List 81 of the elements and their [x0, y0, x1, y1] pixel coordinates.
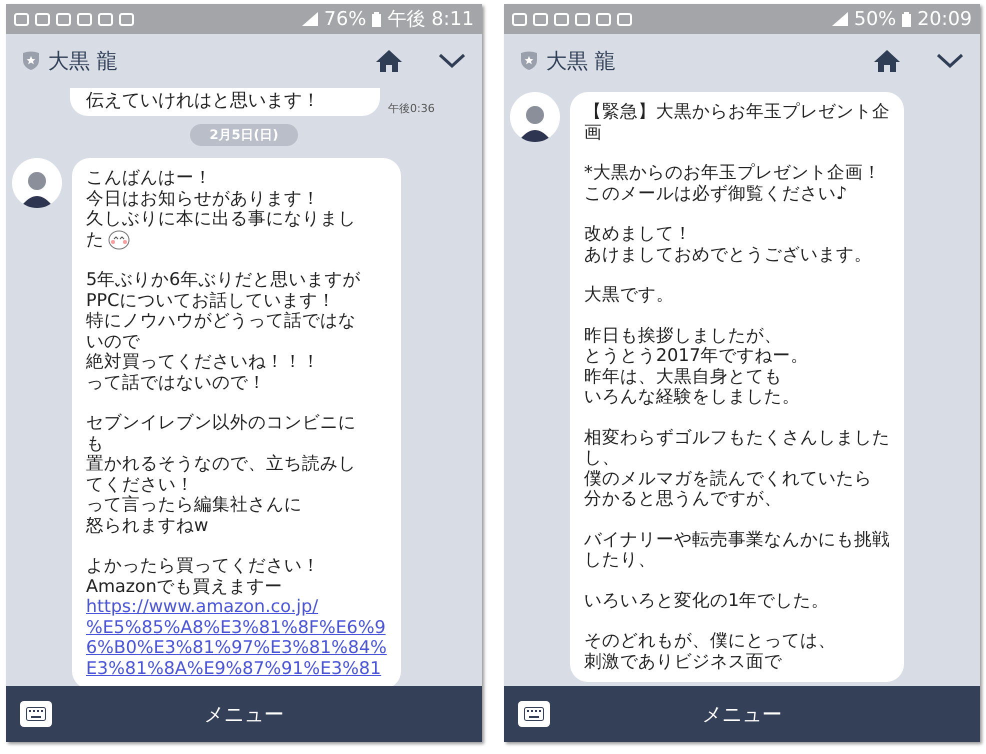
notification-icon: [98, 12, 113, 26]
avatar[interactable]: [510, 92, 560, 142]
message-text: 怒られますねw: [86, 516, 210, 536]
notification-icon: [554, 12, 569, 26]
menu-label[interactable]: メニュー: [52, 700, 436, 728]
notification-icon: [119, 12, 134, 26]
message-text: 分かると思うんですが、: [584, 489, 783, 510]
keyboard-button[interactable]: [20, 701, 52, 727]
message-text: 特にノウハウがどうって話ではな: [86, 311, 357, 332]
message-text: セブンイレブン以外のコンビニに: [86, 413, 357, 434]
message-text: このメールは必ず御覧ください♪: [584, 184, 848, 204]
link[interactable]: %E5%85%A8%E3%81%8F%E6%9: [86, 618, 386, 638]
message-text: 【緊急】大黒からお年玉プレゼント企: [584, 102, 890, 122]
home-icon[interactable]: [874, 50, 900, 72]
battery-percent: 76%: [324, 8, 366, 30]
message-text: バイナリーや転売事業なんかにも挑戦: [584, 530, 890, 550]
message-text: いので: [86, 332, 141, 352]
notification-icon: [533, 12, 548, 26]
message-bubble: 伝えていけれはと思います！: [70, 88, 380, 116]
clock: 午後 8:11: [387, 7, 474, 32]
message-text: したり、: [584, 550, 657, 570]
home-icon[interactable]: [376, 50, 402, 72]
chat-title: 大黒 龍: [48, 48, 118, 75]
notification-icon: [512, 12, 527, 26]
message-text: 画: [584, 122, 603, 143]
message-text: し、: [584, 448, 621, 468]
message-text: 刺激でありビジネス面で: [584, 652, 783, 672]
message-text: 改めまして！: [584, 224, 693, 244]
message-text: 大黒です。: [584, 285, 675, 306]
message-text: 昨年は、大黒自身とても: [584, 366, 783, 387]
notification-icon: [14, 12, 29, 26]
message-text: 相変わらずゴルフもたくさんしました: [584, 428, 890, 448]
battery-percent: 50%: [854, 8, 896, 30]
shield-icon: [22, 51, 40, 71]
message-text: 昨日も挨拶しましたが、: [584, 326, 783, 346]
message-text: てください！: [86, 474, 195, 495]
keyboard-icon: [524, 707, 544, 721]
message-text: た: [86, 230, 387, 250]
message-text: そのどれもが、僕にとっては、: [584, 631, 837, 652]
message-text: PPCについてお話しています！: [86, 290, 336, 311]
notification-icon: [617, 12, 632, 26]
message-text: こんばんはー！: [86, 168, 213, 188]
battery-icon: [372, 12, 382, 26]
date-chip: 2月5日(日): [190, 124, 298, 146]
notification-icon: [575, 12, 590, 26]
shield-icon: [520, 51, 538, 71]
battery-icon: [902, 12, 912, 26]
message-text: 今日はお知らせがあります！: [86, 188, 321, 209]
chat-title: 大黒 龍: [546, 48, 616, 75]
signal-icon: [832, 12, 848, 26]
signal-icon: [302, 12, 318, 26]
message-time: 午後0:36: [388, 101, 435, 116]
avatar[interactable]: [12, 158, 62, 208]
link[interactable]: E3%81%8A%E9%87%91%E3%81: [86, 658, 382, 679]
message-text: って話ではないので！: [86, 372, 267, 393]
message-text: あけましておめでとうございます。: [584, 244, 873, 265]
notification-icon: [77, 12, 92, 26]
message-text: いろんな経験をしました。: [584, 387, 801, 408]
message-text: も: [86, 434, 105, 454]
keyboard-icon: [26, 707, 46, 721]
keyboard-button[interactable]: [518, 701, 550, 727]
message-text: よかったら買ってください！: [86, 556, 321, 576]
menu-label[interactable]: メニュー: [550, 700, 934, 728]
message-text: 久しぶりに本に出る事になりまし: [86, 209, 357, 230]
notification-icon: [35, 12, 50, 26]
message-text: 絶対買ってくださいね！！！: [86, 352, 321, 372]
notification-icon: [56, 12, 71, 26]
message-text: とうとう2017年ですねー。: [584, 346, 810, 366]
notification-icon: [596, 12, 611, 26]
link[interactable]: https://www.amazon.co.jp/: [86, 597, 318, 618]
message-text: *大黒からのお年玉プレゼント企画！: [584, 163, 882, 184]
chevron-down-icon[interactable]: [438, 53, 466, 69]
clock: 20:09: [917, 8, 972, 30]
message-text: Amazonでも買えますー: [86, 576, 284, 597]
chevron-down-icon[interactable]: [936, 53, 964, 69]
link[interactable]: 6%B0%E3%81%97%E3%81%84%: [86, 638, 387, 658]
message-text: 5年ぶりか6年ぶりだと思いますが: [86, 270, 362, 290]
message-text: いろいろと変化の1年でした。: [584, 590, 830, 611]
message-text: って言ったら編集社さんに: [86, 495, 303, 516]
message-text: 僕のメルマガを読んでくれていたら: [584, 468, 873, 489]
message-text: 置かれるそうなので、立ち読みし: [86, 454, 357, 474]
